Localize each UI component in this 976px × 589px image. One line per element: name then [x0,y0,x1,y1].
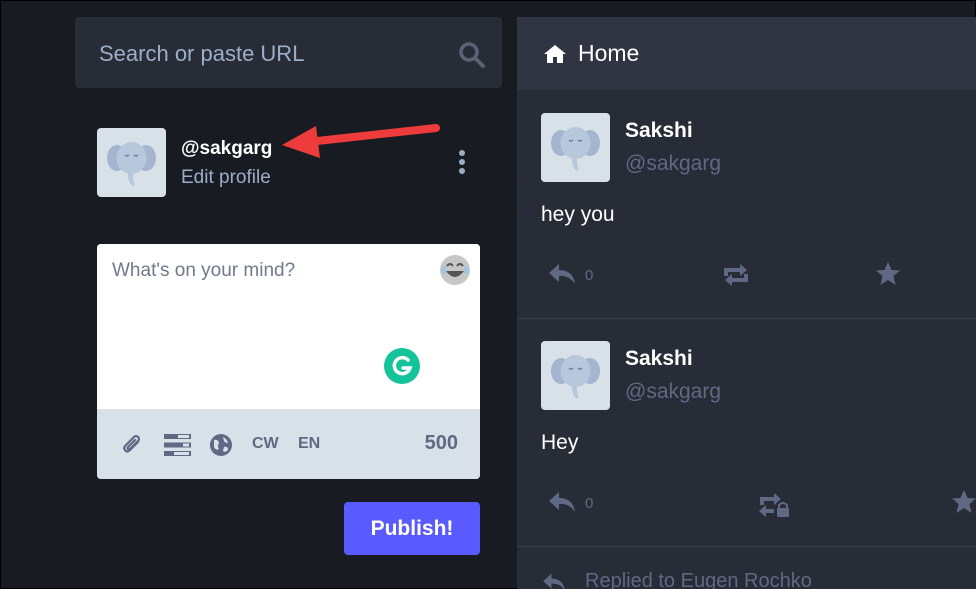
paperclip-icon[interactable] [121,433,145,457]
edit-profile-link[interactable]: Edit profile [181,167,271,189]
character-counter: 500 [424,432,458,454]
replied-to-label[interactable]: Replied to Eugen Rochko [585,570,812,589]
status-item[interactable]: Sakshi @sakgarg Hey 0 [517,318,976,547]
status-item[interactable]: Sakshi @sakgarg hey you 0 [517,90,976,319]
reply-icon[interactable] [547,262,577,286]
star-icon[interactable] [875,262,901,286]
status-display-name[interactable]: Sakshi [625,119,693,143]
reply-icon [543,573,565,589]
avatar[interactable] [97,128,166,197]
compose-textarea[interactable] [97,244,480,409]
content-warning-button[interactable]: CW [252,435,279,453]
home-icon [544,45,566,63]
status-content: Hey [541,431,579,454]
status-avatar[interactable] [541,113,610,182]
reply-count: 0 [585,267,594,284]
status-handle[interactable]: @sakgarg [625,152,721,176]
compose-form: CW EN 500 [97,244,480,479]
reply-icon[interactable] [547,490,577,514]
status-display-name[interactable]: Sakshi [625,347,693,371]
home-column: Home Sakshi @sakgarg hey you 0 Sakshi @s… [517,17,976,589]
poll-icon[interactable] [164,433,191,457]
globe-icon[interactable] [209,433,233,457]
elephant-avatar [551,355,600,399]
profile-handle[interactable]: @sakgarg [181,138,272,160]
emoji-icon[interactable] [438,253,472,287]
elephant-avatar [551,127,600,171]
grammarly-icon[interactable] [384,348,420,384]
red-arrow-annotation [282,124,440,158]
status-avatar[interactable] [541,341,610,410]
status-content: hey you [541,203,615,226]
boost-locked-icon[interactable] [758,493,790,517]
search-icon[interactable] [458,41,486,69]
language-button[interactable]: EN [298,435,320,453]
status-handle[interactable]: @sakgarg [625,380,721,404]
publish-button[interactable]: Publish! [344,502,480,555]
reply-count: 0 [585,495,594,512]
compose-toolbar: CW EN 500 [97,409,480,479]
column-title: Home [578,40,640,66]
kebab-menu-icon[interactable] [456,150,468,174]
search-input[interactable] [97,39,441,69]
boost-icon[interactable] [720,264,752,286]
elephant-avatar [107,142,156,186]
search-bar[interactable] [75,17,502,88]
star-icon[interactable] [951,490,976,514]
column-header[interactable]: Home [517,17,976,90]
